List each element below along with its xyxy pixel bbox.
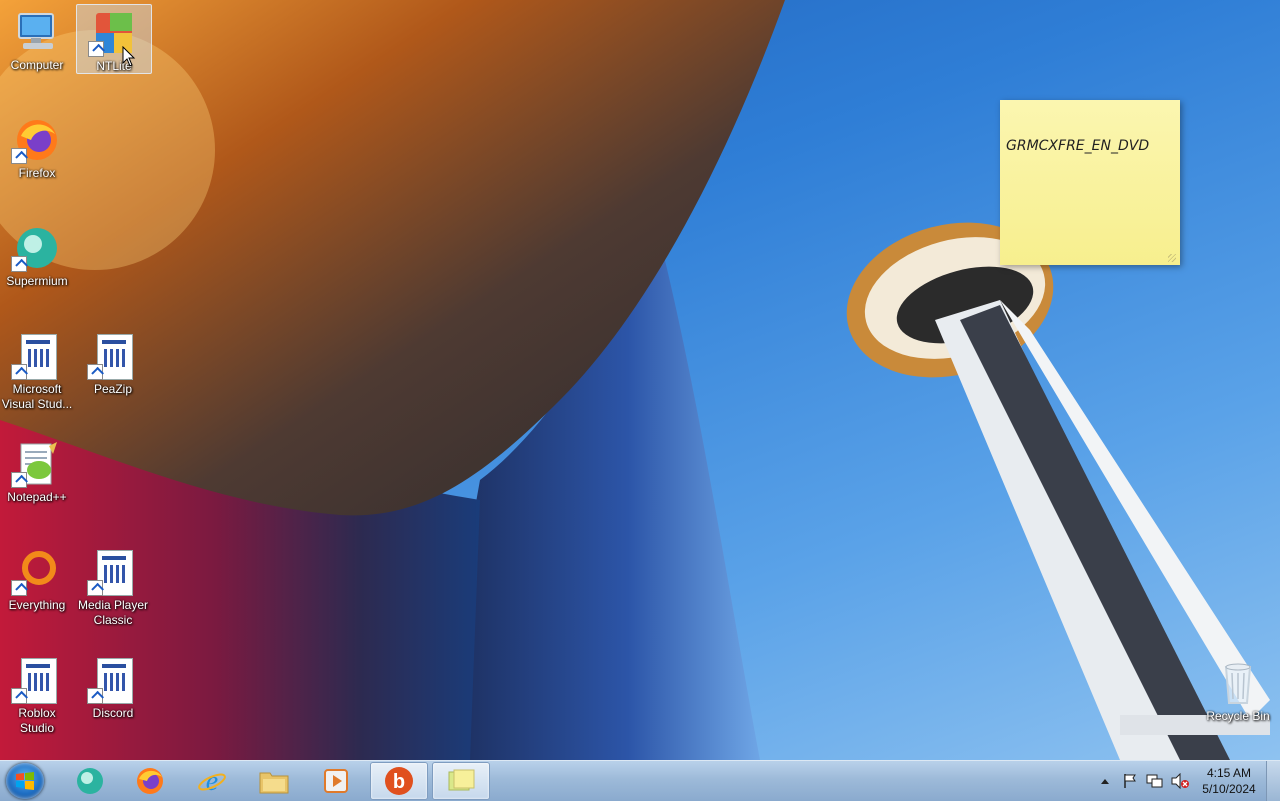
desktop-icon-ntlite[interactable]: NTLite	[76, 4, 152, 74]
firefox-icon	[11, 116, 61, 164]
desktop-icon-label: PeaZip	[93, 382, 133, 396]
clock-date: 5/10/2024	[1202, 782, 1256, 796]
sticky-note-text[interactable]: GRMCXFRE_EN_DVD	[1006, 138, 1149, 154]
svg-text:e: e	[206, 766, 218, 796]
desktop-icon-label: Recycle Bin	[1206, 709, 1270, 723]
desktop-icon-visual-studio[interactable]: Microsoft Visual Stud...	[0, 328, 74, 412]
desktop-icon-peazip[interactable]: PeaZip	[76, 328, 150, 397]
action-center-flag-icon[interactable]	[1122, 773, 1138, 789]
desktop-icon-recycle-bin[interactable]: Recycle Bin	[1200, 655, 1276, 724]
taskbar-internet-explorer[interactable]: e	[184, 763, 240, 799]
media-player-icon	[324, 769, 348, 793]
desktop-icon-firefox[interactable]: Firefox	[0, 112, 74, 181]
taskbar-file-explorer[interactable]	[246, 763, 302, 799]
everything-icon	[11, 548, 61, 596]
system-clock[interactable]: 4:15 AM 5/10/2024	[1198, 765, 1260, 797]
windows-logo-icon	[16, 772, 34, 790]
recycle-bin-icon	[1214, 659, 1262, 707]
desktop-icon-label: Computer	[10, 58, 64, 72]
desktop-icon-label: Supermium	[6, 274, 68, 288]
desktop-icon-label: Media Player Classic	[77, 598, 149, 627]
supermium-icon	[11, 224, 61, 272]
shortcut-arrow-icon	[11, 580, 27, 596]
desktop-icon-roblox[interactable]: Roblox Studio	[0, 652, 74, 736]
network-icon[interactable]	[1146, 773, 1164, 789]
desktop-icon-label: Everything	[8, 598, 66, 612]
desktop-icon-label: Firefox	[18, 166, 56, 180]
taskbar-media-player[interactable]	[308, 763, 364, 799]
shortcut-arrow-icon	[87, 688, 103, 704]
taskbar-firefox[interactable]	[122, 763, 178, 799]
computer-icon	[13, 8, 61, 56]
taskbar-supermium[interactable]	[62, 763, 118, 799]
shortcut-arrow-icon	[88, 41, 104, 57]
desktop-icon-computer[interactable]: Computer	[0, 4, 74, 73]
firefox-icon	[137, 768, 163, 794]
desktop-icon-label: Microsoft Visual Stud...	[1, 382, 73, 411]
desktop-icon-notepadpp[interactable]: Notepad++	[0, 436, 74, 505]
shortcut-arrow-icon	[11, 688, 27, 704]
notepadpp-icon	[11, 440, 61, 488]
sticky-note[interactable]: GRMCXFRE_EN_DVD	[1000, 100, 1180, 265]
svg-text:b: b	[393, 771, 405, 793]
internet-explorer-icon: e	[198, 766, 226, 796]
desktop-icon-discord[interactable]: Discord	[76, 652, 150, 721]
shortcut-arrow-icon	[11, 148, 27, 164]
desktop-icon-label: NTLite	[96, 59, 132, 73]
desktop-icon-label: Notepad++	[7, 490, 67, 504]
desktop-icon-label: Discord	[92, 706, 134, 720]
supermium-icon	[77, 768, 103, 794]
desktop-icon-label: Roblox Studio	[18, 706, 56, 735]
shortcut-arrow-icon	[11, 364, 27, 380]
mouse-cursor-icon	[122, 46, 136, 67]
folder-icon	[259, 772, 289, 794]
desktop-icon-supermium[interactable]: Supermium	[0, 220, 74, 289]
shortcut-arrow-icon	[11, 472, 27, 488]
bing-icon: b	[385, 767, 413, 795]
desktop-icon-mpc[interactable]: Media Player Classic	[76, 544, 150, 628]
document-icon	[87, 656, 137, 704]
document-icon	[87, 548, 137, 596]
clock-time: 4:15 AM	[1206, 766, 1252, 780]
taskbar-bing[interactable]: b	[370, 762, 428, 800]
sticky-notes-icon	[448, 769, 475, 791]
volume-muted-icon[interactable]	[1170, 773, 1190, 789]
document-icon	[87, 332, 137, 380]
taskbar: e b 4:15 AM 5/10/2024	[0, 760, 1280, 801]
shortcut-arrow-icon	[87, 580, 103, 596]
desktop-icon-everything[interactable]: Everything	[0, 544, 74, 613]
shortcut-arrow-icon	[11, 256, 27, 272]
taskbar-sticky-notes[interactable]	[432, 762, 490, 800]
show-desktop-button[interactable]	[1266, 761, 1280, 801]
show-hidden-icons-icon[interactable]	[1100, 777, 1110, 785]
resize-grip-icon[interactable]	[1168, 254, 1176, 262]
shortcut-arrow-icon	[87, 364, 103, 380]
document-icon	[11, 332, 61, 380]
start-button[interactable]	[6, 763, 44, 799]
document-icon	[11, 656, 61, 704]
